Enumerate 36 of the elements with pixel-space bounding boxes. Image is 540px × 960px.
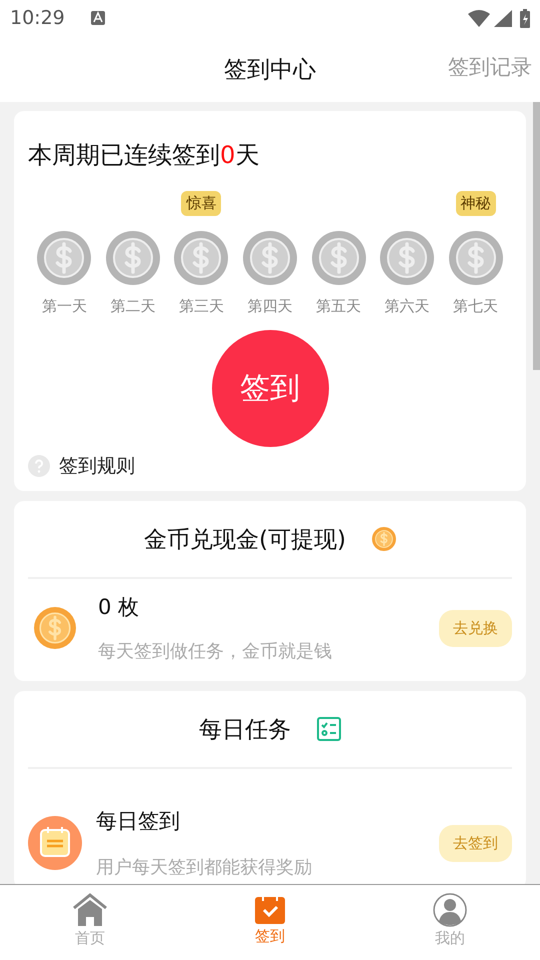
task-description: 用户每天签到都能获得奖励 <box>96 856 313 879</box>
page-title: 签到中心 <box>224 56 316 84</box>
task-title: 每日签到 <box>96 808 181 835</box>
exchange-button[interactable]: 去兑换 <box>439 610 512 646</box>
nav-tab[interactable]: 我的 <box>360 885 540 960</box>
history-link[interactable]: 签到记录 <box>448 53 532 81</box>
nav-tab[interactable]: 首页 <box>0 885 180 960</box>
day-label: 第五天 <box>316 297 362 316</box>
signal-icon <box>494 10 512 26</box>
user-icon <box>433 893 467 927</box>
coin-icon <box>34 607 76 649</box>
streak-text: 本周期已连续签到0天 <box>27 140 260 171</box>
status-time: 10:29 <box>10 7 65 29</box>
section-title: 每日任务 <box>199 716 291 744</box>
day-label: 第一天 <box>42 297 87 316</box>
day-label: 第二天 <box>110 297 156 316</box>
rules-link[interactable]: 签到规则 <box>59 453 135 479</box>
keyboard-icon <box>90 11 105 25</box>
day-label: 第六天 <box>384 297 430 316</box>
home-icon <box>72 893 108 927</box>
sign-in-button[interactable]: 签到 <box>212 330 328 447</box>
battery-icon <box>520 8 530 28</box>
coin-count: 0 枚 <box>98 594 140 621</box>
checklist-icon <box>317 717 341 741</box>
wifi-icon <box>468 10 490 26</box>
coin-icon <box>372 527 396 551</box>
reward-badge: 神秘 <box>456 190 496 216</box>
calendar-icon <box>28 816 82 870</box>
day-label: 第四天 <box>247 297 292 316</box>
nav-tab[interactable]: 签到 <box>180 885 360 960</box>
section-title: 金币兑现金(可提现) <box>144 526 346 554</box>
day-label: 第三天 <box>178 297 224 316</box>
reward-badge: 惊喜 <box>181 190 222 216</box>
exchange-description: 每天签到做任务，金币就是钱 <box>98 640 333 663</box>
day-label: 第七天 <box>453 297 498 316</box>
task-button[interactable]: 去签到 <box>439 824 512 862</box>
